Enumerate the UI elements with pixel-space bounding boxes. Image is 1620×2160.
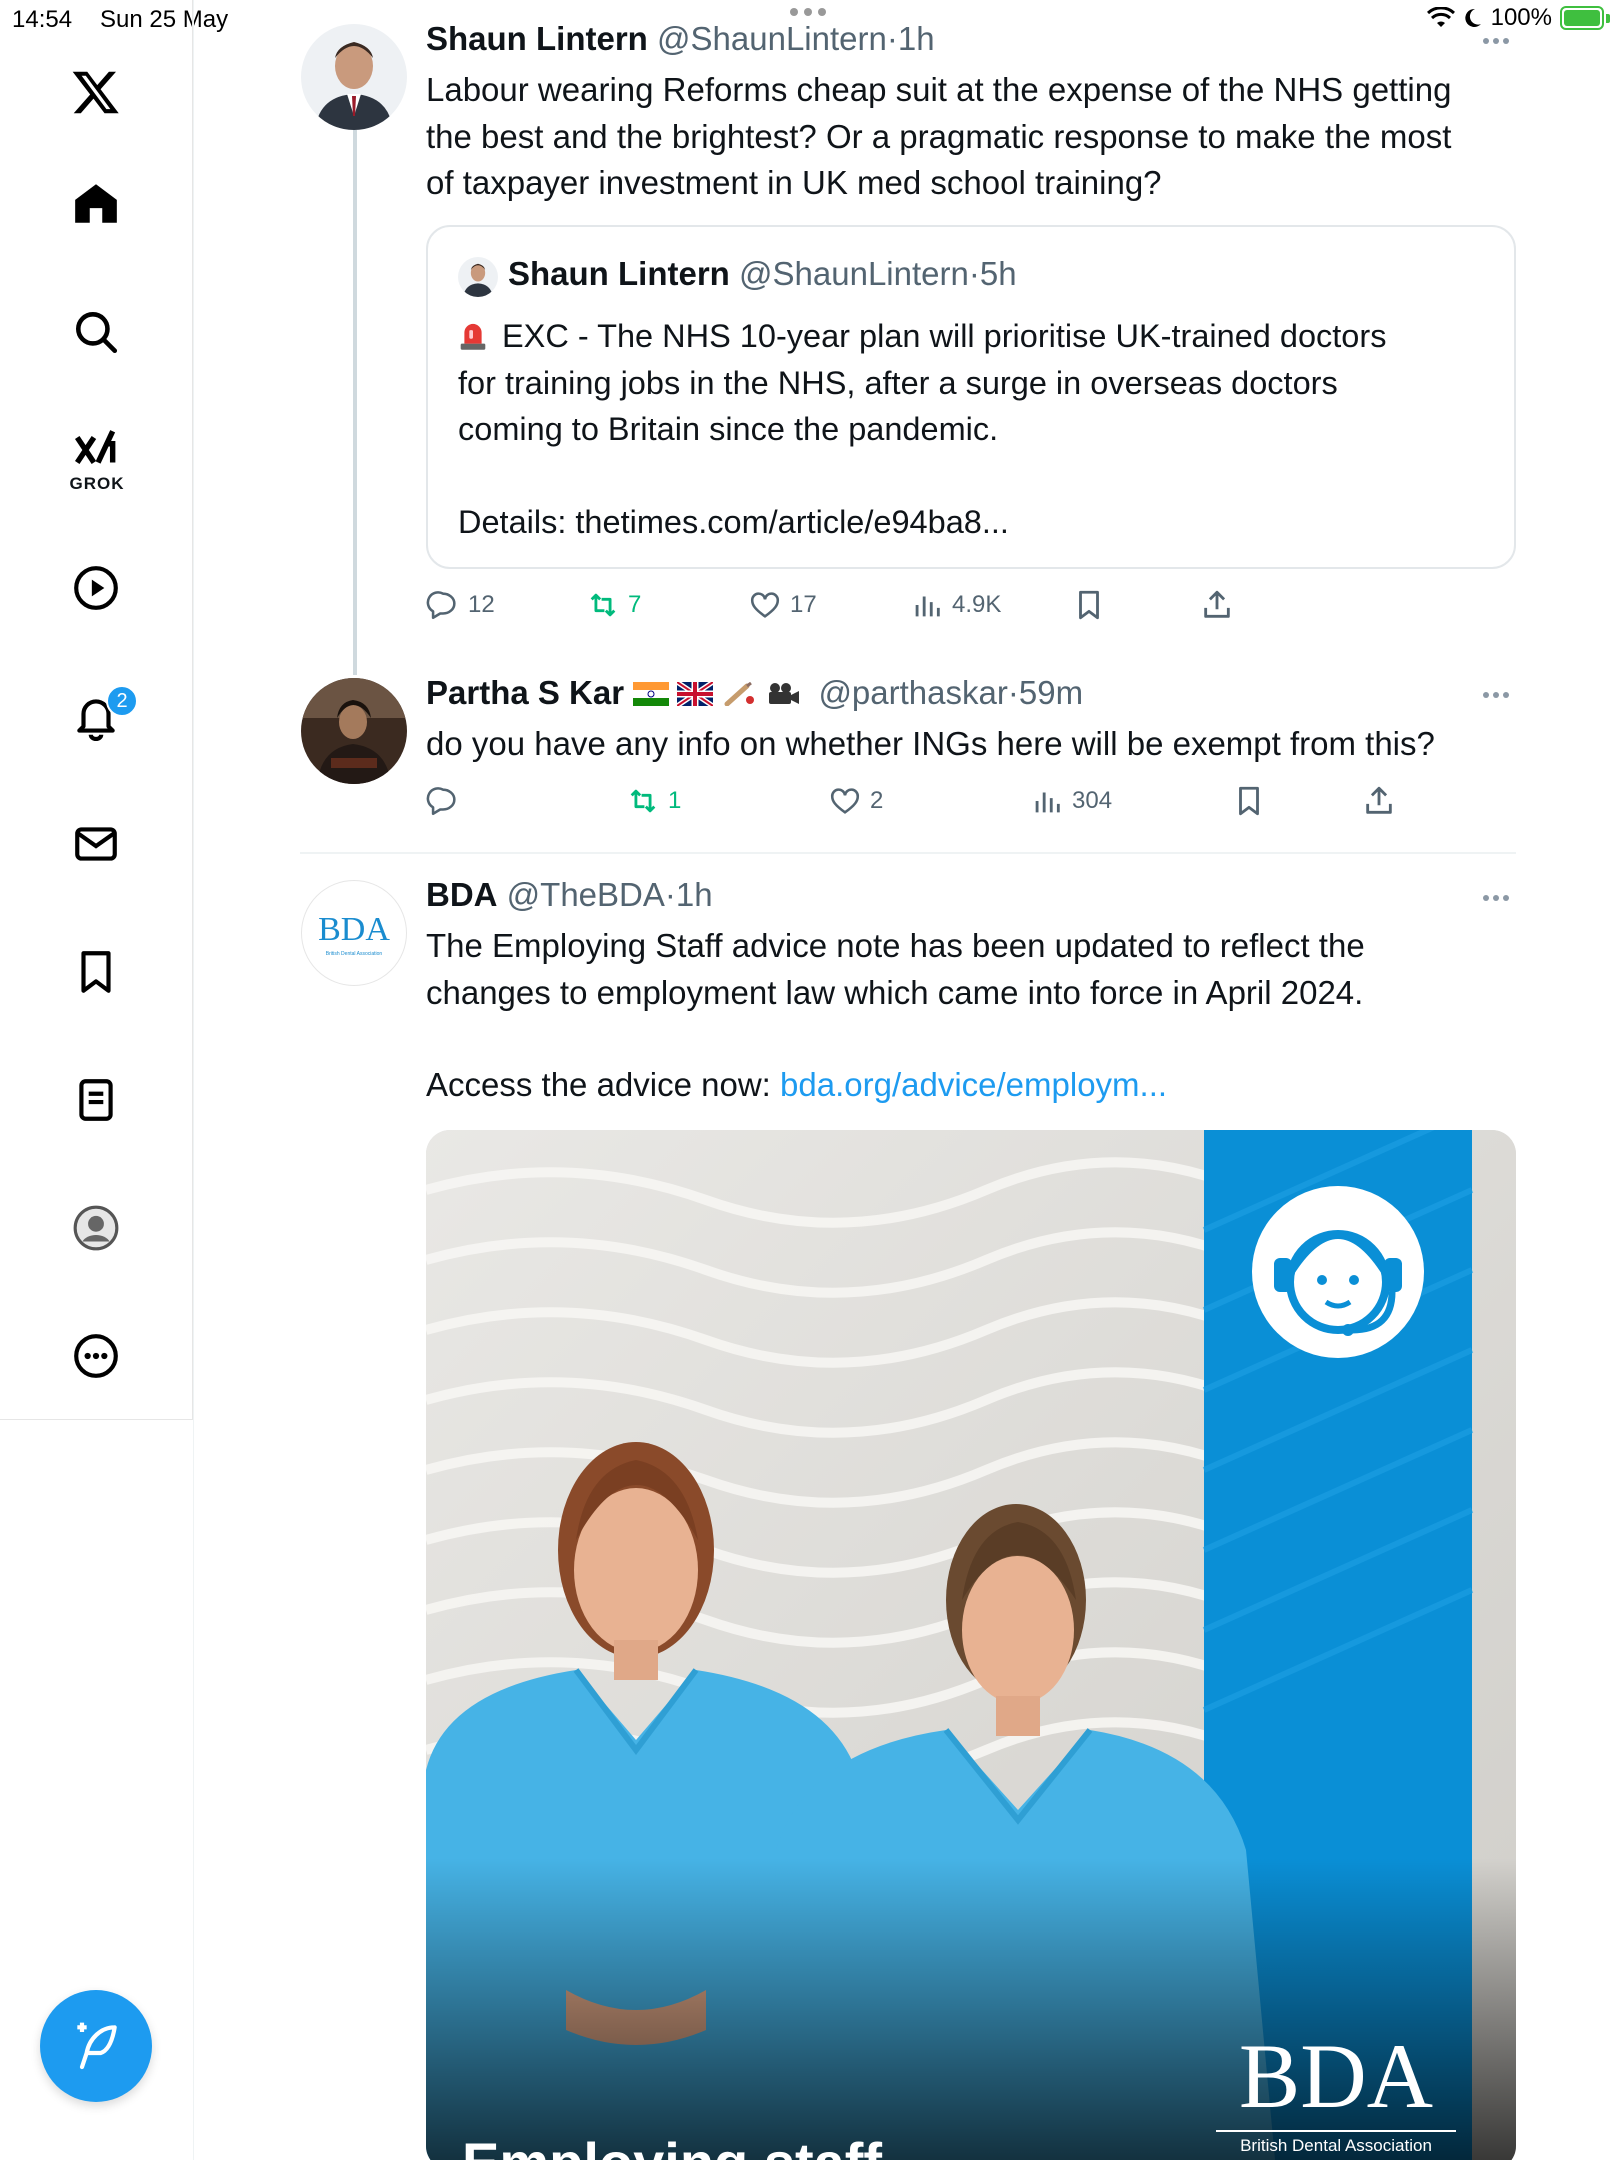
battery-icon [1560,6,1610,30]
reply-button[interactable]: 12 [426,588,495,622]
avatar[interactable] [301,24,407,130]
advice-link[interactable]: bda.org/advice/employm... [780,1066,1167,1103]
quote-author-name: Shaun Lintern [508,255,730,292]
quote-author-handle: @ShaunLintern [739,255,969,292]
tweet-header: Shaun Lintern @ShaunLintern·1h [426,20,935,57]
tweet-more-icon[interactable] [1483,895,1509,901]
author-name[interactable]: Shaun Lintern [426,20,648,57]
media-bda-logo: BDA [1238,2025,1434,2127]
reply-icon [426,591,456,620]
media-illustration [426,1130,1516,2160]
heart-icon [750,592,780,618]
sidebar: GROK 2 [0,0,193,1420]
bookmarks-icon[interactable] [56,932,136,1012]
x-logo-icon[interactable] [56,52,136,132]
reply-icon [426,787,456,816]
author-handle[interactable]: @parthaskar [818,674,1007,711]
bookmark-icon [1079,590,1099,620]
moon-icon [1464,8,1481,27]
author-name[interactable]: Partha S Kar [426,674,624,711]
media-bda-subtext: British Dental Association [1216,2130,1456,2156]
feather-plus-icon [77,2022,117,2070]
tweet-actions: 12 7 17 4.9K [426,588,1526,628]
tweet-divider [300,852,1516,854]
tweet-more-icon[interactable] [1483,692,1509,698]
lists-icon[interactable] [56,1060,136,1140]
share-button[interactable] [1200,588,1234,622]
author-handle[interactable]: @ShaunLintern [657,20,887,57]
status-right: 100% [1426,4,1610,32]
bookmark-icon [1239,786,1259,816]
siren-emoji-icon [460,323,486,350]
grok-label: GROK [69,474,125,493]
india-flag-icon [633,682,670,706]
tweet-time[interactable]: 1h [676,876,713,913]
share-icon [1366,786,1392,814]
media-caption: Employing staff [462,2130,882,2160]
views-chart-icon [1035,792,1060,813]
quote-header: Shaun Lintern @ShaunLintern·5h [508,255,1017,292]
avatar[interactable] [301,678,407,784]
tweet-time[interactable]: 59m [1019,674,1083,711]
uk-flag-icon [677,682,714,706]
cricket-icon [724,682,755,706]
tweet-header: Partha S Kar @parthaskar·59m [426,674,1084,711]
home-icon[interactable] [56,164,136,244]
tweet-text: The Employing Staff advice note has been… [426,927,1365,1103]
tweet-time[interactable]: 1h [898,20,935,57]
tweet-more-icon[interactable] [1483,38,1509,44]
quote-avatar [458,257,498,297]
like-button[interactable]: 2 [828,784,883,818]
avatar[interactable]: BDA British Dental Association [301,880,407,986]
messages-envelope-icon[interactable] [56,804,136,884]
reply-button[interactable] [426,784,468,818]
bookmark-button[interactable] [1072,588,1106,622]
wifi-icon [1426,7,1455,27]
heart-icon [830,788,860,814]
compose-post-button[interactable] [40,1990,152,2102]
tweet-text: do you have any info on whether INGs her… [426,725,1435,762]
share-button[interactable] [1362,784,1396,818]
tweet-header: BDA @TheBDA·1h [426,876,713,913]
views-button[interactable]: 304 [1030,784,1112,818]
author-handle[interactable]: @TheBDA [507,876,665,913]
bda-avatar-subtext: British Dental Association [325,951,383,957]
author-name[interactable]: BDA [426,876,498,913]
like-button[interactable]: 17 [748,588,817,622]
repost-icon [590,593,616,617]
thread-connector [353,130,357,675]
quote-details-link[interactable]: Details: thetimes.com/article/e94ba8... [458,499,1498,546]
battery-percent: 100% [1490,4,1552,31]
bookmark-button[interactable] [1232,784,1266,818]
views-chart-icon [915,596,940,617]
quoted-tweet[interactable]: Shaun Lintern @ShaunLintern·5h EXC - The… [426,225,1516,569]
multitask-dots-icon[interactable] [790,8,826,16]
quote-text: EXC - The NHS 10-year plan will prioriti… [458,313,1498,545]
repost-button[interactable]: 1 [626,784,681,818]
sidebar-border [193,0,194,2160]
repost-icon [630,789,656,813]
tweet-text: Labour wearing Reforms cheap suit at the… [426,71,1452,201]
profile-avatar-icon[interactable] [56,1188,136,1268]
share-icon [1204,590,1230,618]
notifications-badge: 2 [106,685,138,717]
movie-camera-icon [769,683,800,704]
search-icon[interactable] [56,292,136,372]
more-options-icon[interactable] [56,1316,136,1396]
tweet-media-image[interactable]: BDA British Dental Association Employing… [426,1130,1516,2160]
bda-avatar-logo: BDA [318,911,390,948]
views-button[interactable]: 4.9K [910,588,1001,622]
quote-time: 5h [979,255,1017,292]
video-play-icon[interactable] [56,548,136,628]
repost-button[interactable]: 7 [586,588,641,622]
tweet-actions: 1 2 304 [426,784,1526,824]
